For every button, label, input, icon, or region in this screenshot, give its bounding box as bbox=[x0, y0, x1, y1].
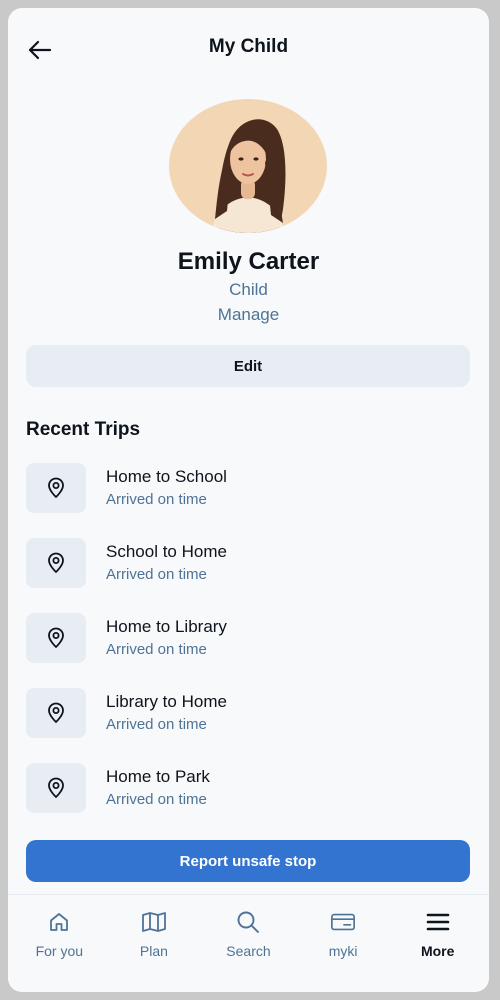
trip-status: Arrived on time bbox=[106, 791, 207, 808]
edit-button[interactable]: Edit bbox=[26, 345, 470, 387]
home-icon bbox=[46, 909, 72, 935]
recent-trips-heading: Recent Trips bbox=[26, 419, 141, 440]
page-title: My Child bbox=[208, 36, 289, 57]
recent-trips-list: Home to School Arrived on time School to… bbox=[26, 463, 470, 838]
phone-screen: My Child Emily Carter Child Manage Edit … bbox=[8, 8, 489, 992]
location-pin-icon bbox=[26, 463, 86, 513]
list-item[interactable]: School to Home Arrived on time bbox=[26, 538, 470, 613]
list-item[interactable]: Home to Library Arrived on time bbox=[26, 613, 470, 688]
trip-title: Home to School bbox=[106, 467, 227, 486]
nav-item-myki[interactable]: myki bbox=[299, 895, 387, 992]
trip-status: Arrived on time bbox=[106, 641, 207, 658]
trip-title: Home to Park bbox=[106, 767, 210, 786]
report-unsafe-stop-button[interactable]: Report unsafe stop bbox=[26, 840, 470, 882]
trip-status: Arrived on time bbox=[106, 566, 207, 583]
location-pin-icon bbox=[26, 763, 86, 813]
search-icon bbox=[235, 909, 261, 935]
trip-title: Library to Home bbox=[106, 692, 227, 711]
child-name: Emily Carter bbox=[177, 248, 320, 275]
bottom-navigation: For you Plan Search myki More bbox=[8, 894, 489, 992]
manage-link[interactable]: Manage bbox=[8, 305, 489, 325]
top-app-bar: My Child bbox=[8, 8, 489, 88]
nav-label: For you bbox=[35, 943, 84, 959]
location-pin-icon bbox=[26, 688, 86, 738]
map-icon bbox=[141, 909, 167, 935]
location-pin-icon bbox=[26, 538, 86, 588]
location-pin-icon bbox=[26, 613, 86, 663]
trip-status: Arrived on time bbox=[106, 491, 207, 508]
child-role: Child bbox=[229, 280, 268, 299]
nav-item-plan[interactable]: Plan bbox=[110, 895, 198, 992]
trip-status: Arrived on time bbox=[106, 716, 207, 733]
menu-icon bbox=[425, 909, 451, 935]
trip-title: Home to Library bbox=[106, 617, 227, 636]
nav-label: myki bbox=[328, 943, 358, 959]
list-item[interactable]: Home to School Arrived on time bbox=[26, 463, 470, 538]
card-icon bbox=[330, 909, 356, 935]
nav-label: Plan bbox=[139, 943, 168, 959]
trip-title: School to Home bbox=[106, 542, 227, 561]
nav-label: Search bbox=[226, 943, 271, 959]
avatar bbox=[169, 99, 327, 233]
list-item[interactable]: Home to Park Arrived on time bbox=[26, 763, 470, 838]
nav-item-more[interactable]: More bbox=[394, 895, 482, 992]
nav-item-search[interactable]: Search bbox=[204, 895, 292, 992]
nav-label: More bbox=[420, 943, 455, 959]
nav-item-for-you[interactable]: For you bbox=[15, 895, 103, 992]
list-item[interactable]: Library to Home Arrived on time bbox=[26, 688, 470, 763]
